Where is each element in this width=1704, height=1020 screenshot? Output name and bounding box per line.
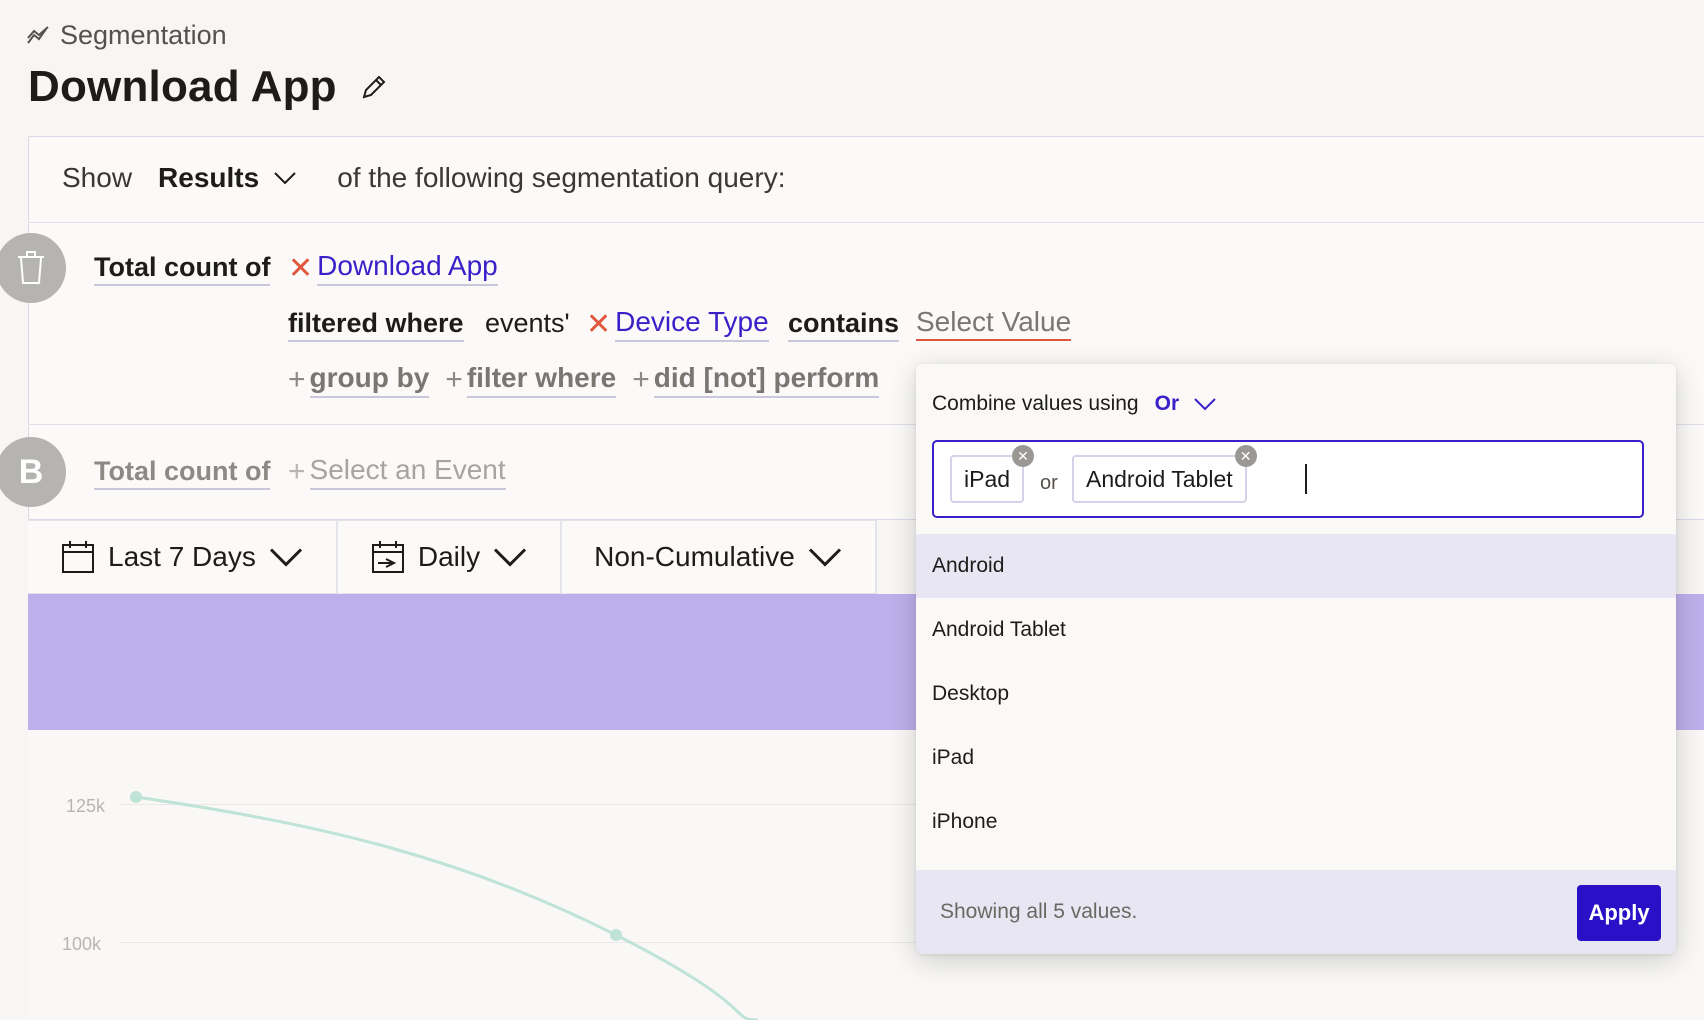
date-range-label: Last 7 Days (108, 541, 256, 572)
filtered-where-selector[interactable]: filtered where (288, 308, 464, 342)
combine-values-row: Combine values using Or (932, 392, 1217, 416)
chevron-down-icon (269, 548, 302, 567)
query-b-letter: B (18, 452, 44, 491)
chevron-down-icon (494, 548, 527, 567)
add-group-by-button[interactable]: + group by (288, 362, 430, 398)
operator-label: contains (788, 308, 900, 342)
breadcrumb[interactable]: Segmentation (26, 20, 227, 51)
chip-separator: or (1040, 472, 1058, 494)
chevron-down-icon (1194, 398, 1216, 411)
interval-label: Daily (417, 541, 481, 572)
data-point (130, 791, 142, 803)
chevron-down-icon (808, 548, 841, 567)
date-range-dropdown[interactable]: Last 7 Days (28, 521, 338, 593)
show-row: Show Results of the following segmentati… (62, 162, 785, 194)
add-group-by-label: group by (309, 362, 430, 398)
property-link[interactable]: Device Type (615, 306, 769, 342)
value-option[interactable]: Android (916, 534, 1676, 598)
show-label: Show (62, 162, 133, 193)
total-count-selector-a[interactable]: Total count of (94, 252, 271, 286)
filtered-where-label: filtered where (288, 308, 464, 342)
data-point (610, 929, 622, 941)
select-value-popover: Combine values using Or iPad ✕ or Androi… (916, 364, 1676, 954)
remove-event-icon[interactable]: ✕ (288, 251, 313, 286)
query-description: of the following segmentation query: (337, 162, 786, 193)
property-selector[interactable]: ✕ Device Type (586, 306, 769, 342)
total-count-selector-b[interactable]: Total count of (94, 456, 271, 490)
remove-chip-icon[interactable]: ✕ (1234, 445, 1257, 467)
value-option[interactable]: iPhone (916, 790, 1676, 854)
add-filter-where-button[interactable]: + filter where (445, 362, 617, 398)
results-dropdown[interactable]: Results (158, 162, 297, 194)
total-count-label-b: Total count of (94, 456, 271, 490)
cumulative-mode-dropdown[interactable]: Non-Cumulative (562, 521, 877, 593)
mode-label: Non-Cumulative (594, 541, 795, 572)
plus-icon: + (288, 363, 306, 396)
operator-selector[interactable]: contains (788, 308, 900, 342)
remove-filter-icon[interactable]: ✕ (586, 307, 611, 342)
breadcrumb-label: Segmentation (60, 20, 227, 50)
value-option[interactable]: Android Tablet (916, 598, 1676, 662)
select-value-button[interactable]: Select Value (916, 306, 1072, 341)
events-prefix: events' (485, 308, 570, 338)
page-title: Download App (28, 62, 337, 111)
page-title-row: Download App (28, 62, 389, 112)
chevron-down-icon (274, 172, 296, 185)
values-count: Showing all 5 values. (940, 900, 1138, 923)
value-chip: Android Tablet ✕ (1072, 445, 1257, 503)
interval-dropdown[interactable]: Daily (338, 521, 563, 593)
event-link[interactable]: Download App (317, 250, 498, 286)
chart-controls: Last 7 Days Daily Non-Cumulative (28, 520, 877, 594)
value-tag-input[interactable]: iPad ✕ or Android Tablet ✕ (932, 440, 1644, 518)
plus-icon: + (445, 363, 463, 396)
combine-label: Combine values using (932, 392, 1139, 415)
calendar-interval-icon (371, 541, 404, 573)
select-event-button[interactable]: + Select an Event (288, 454, 506, 490)
add-did-not-perform-label: did [not] perform (653, 362, 880, 398)
edit-pencil-icon[interactable] (359, 72, 389, 102)
remove-chip-icon[interactable]: ✕ (1012, 445, 1035, 467)
divider (28, 222, 1704, 223)
add-did-not-perform-button[interactable]: + did [not] perform (632, 362, 880, 398)
select-event-label: Select an Event (309, 454, 506, 490)
select-value-label: Select Value (916, 306, 1072, 341)
combine-operator-label: Or (1154, 392, 1180, 415)
combine-operator-dropdown[interactable]: Or (1155, 392, 1218, 416)
value-chip: iPad ✕ (950, 445, 1035, 503)
segmentation-icon (27, 25, 49, 44)
event-selector-a[interactable]: ✕ Download App (288, 250, 498, 286)
add-clauses-row: + group by + filter where + did [not] pe… (288, 362, 880, 398)
value-option[interactable]: iPad (916, 726, 1676, 790)
series-line (135, 795, 759, 1020)
trash-icon (18, 251, 44, 284)
plus-icon: + (632, 363, 650, 396)
calendar-icon (62, 541, 94, 573)
chip-label: iPad (964, 465, 1011, 492)
popover-footer: Showing all 5 values. Apply (916, 870, 1676, 954)
apply-button[interactable]: Apply (1577, 885, 1661, 941)
plus-icon: + (288, 455, 306, 488)
chip-label: Android Tablet (1086, 465, 1233, 492)
text-caret (1305, 464, 1307, 494)
results-label: Results (158, 162, 260, 193)
total-count-label: Total count of (94, 252, 271, 286)
value-option[interactable]: Desktop (916, 662, 1676, 726)
add-filter-where-label: filter where (466, 362, 617, 398)
